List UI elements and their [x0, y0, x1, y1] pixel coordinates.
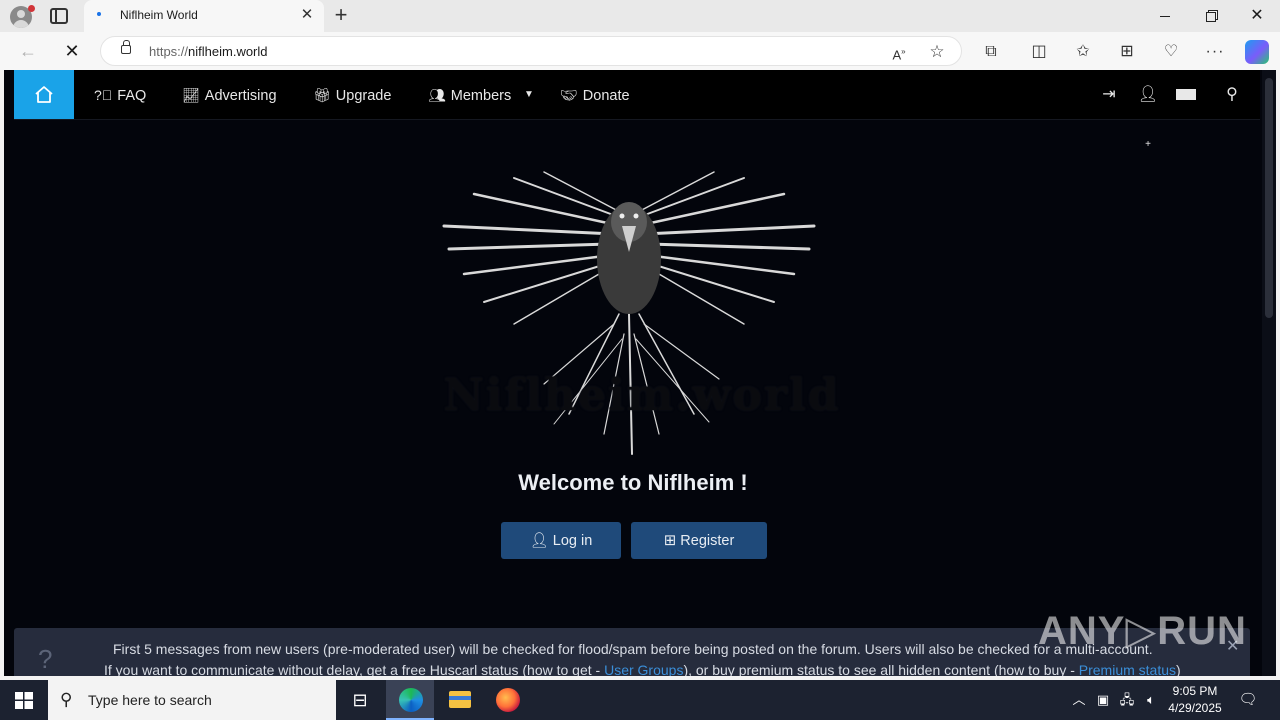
gift-icon: 🎁︎ — [313, 87, 331, 103]
home-nav-button[interactable] — [14, 70, 74, 119]
lock-icon[interactable] — [121, 40, 131, 54]
nav-upgrade-label: Upgrade — [335, 88, 392, 104]
login-button[interactable]: 👤︎ Log in — [501, 522, 621, 559]
browser-toolbar: ← ✕ https://niflheim.world A» ☆ ⧉ ◫ ✩ ⊞ … — [0, 32, 1280, 70]
page-scrollbar[interactable] — [1262, 70, 1276, 676]
tab-close-icon[interactable]: ✕ — [298, 6, 316, 24]
browser-essentials-icon[interactable]: ♡ — [1160, 41, 1182, 63]
browser-tab-active[interactable]: Niflheim World ✕ — [84, 0, 324, 32]
address-bar[interactable]: https://niflheim.world A» ☆ — [100, 36, 962, 66]
favorites-icon[interactable]: ✩ — [1072, 41, 1094, 63]
back-button[interactable]: ← — [14, 38, 42, 64]
favorite-star-icon[interactable]: ☆ — [927, 42, 947, 62]
split-screen-icon[interactable]: ◫ — [1028, 41, 1050, 63]
show-hidden-icons-chevron-icon[interactable]: ︿ — [1068, 680, 1090, 720]
register-button[interactable]: ⊞ Register — [631, 522, 767, 559]
tab-actions-icon[interactable] — [50, 8, 68, 24]
raven-logo[interactable] — [394, 164, 864, 504]
user-groups-link[interactable]: User Groups — [604, 662, 683, 676]
tab-title: Niflheim World — [120, 8, 198, 22]
url-text[interactable]: https://niflheim.world — [149, 44, 268, 59]
search-icon: ⚲ — [60, 690, 73, 709]
window-close-button[interactable]: ✕ — [1234, 0, 1280, 32]
handshake-icon: 🤝︎ — [560, 87, 578, 103]
meet-now-icon[interactable]: ▣ — [1092, 680, 1114, 720]
file-explorer-icon[interactable] — [436, 680, 484, 720]
clock-time: 9:05 PM — [1172, 684, 1218, 698]
extensions-icon[interactable]: ⧉ — [980, 41, 1002, 63]
firefox-icon[interactable] — [484, 680, 532, 720]
register-user-plus-icon[interactable]: 👤︎+ — [1136, 70, 1160, 150]
nav-faq-label: FAQ — [117, 88, 147, 104]
notice-line-2: If you want to communicate without delay… — [104, 662, 1181, 676]
read-aloud-icon[interactable]: A» — [889, 42, 909, 62]
chart-line-icon: 📈︎ — [182, 87, 200, 103]
windows-taskbar: ⚲ Type here to search ⊟ ︿ ▣ 🖧︎ 🔈︎ 9:05 P… — [0, 680, 1280, 720]
nav-donate-label: Donate — [582, 88, 630, 104]
users-icon: 👥︎ — [428, 87, 446, 103]
profile-notification-dot — [28, 5, 35, 12]
home-icon — [35, 86, 53, 103]
copilot-icon[interactable] — [1245, 40, 1269, 64]
window-restore-button[interactable] — [1188, 0, 1234, 32]
login-button-label: Log in — [552, 533, 593, 549]
start-button[interactable] — [0, 680, 48, 720]
question-circle-icon: ?⃝ — [94, 87, 113, 103]
login-icon[interactable]: ⇥ — [1097, 70, 1121, 120]
volume-icon[interactable]: 🔈︎ — [1140, 680, 1162, 720]
nav-advertising[interactable]: 📈︎ Advertising — [182, 70, 277, 120]
edge-taskbar-icon[interactable] — [386, 680, 434, 720]
task-view-icon[interactable]: ⊟ — [336, 680, 384, 720]
taskbar-search-box[interactable]: ⚲ Type here to search — [48, 680, 336, 720]
loading-spinner-icon — [97, 12, 101, 16]
nav-upgrade[interactable]: 🎁︎ Upgrade — [313, 70, 391, 120]
question-icon: ? — [38, 644, 53, 674]
search-icon[interactable]: ⚲ — [1220, 70, 1244, 120]
site-logo-text[interactable]: Niflheim.world — [432, 370, 852, 430]
plus-square-icon: ⊞ — [663, 532, 677, 549]
network-icon[interactable]: 🖧︎ — [1116, 680, 1138, 720]
windows-logo-icon — [15, 692, 33, 709]
collections-icon[interactable]: ⊞ — [1116, 41, 1138, 63]
notice-line-1: First 5 messages from new users (pre-mod… — [113, 641, 1153, 657]
more-menu-icon[interactable]: ··· — [1204, 41, 1226, 63]
premium-status-link[interactable]: Premium status — [1079, 662, 1176, 676]
register-button-label: Register — [680, 533, 735, 549]
nav-members[interactable]: 👥︎ Members — [428, 70, 511, 120]
taskbar-clock[interactable]: 9:05 PM 4/29/2025 — [1164, 683, 1226, 717]
window-minimize-button[interactable] — [1142, 0, 1188, 32]
nav-advertising-label: Advertising — [204, 88, 277, 104]
site-navbar: ?⃝ FAQ 📈︎ Advertising 🎁︎ Upgrade 👥︎ Members … — [14, 70, 1260, 150]
user-icon: 👤︎ — [529, 532, 549, 549]
anyrun-watermark: ANY▷RUN — [1038, 609, 1247, 653]
language-flag-icon[interactable] — [1174, 70, 1198, 120]
web-page: ?⃝ FAQ 📈︎ Advertising 🎁︎ Upgrade 👥︎ Members … — [4, 70, 1276, 676]
new-tab-button[interactable]: + — [330, 4, 352, 26]
nav-donate[interactable]: 🤝︎ Donate — [560, 70, 630, 120]
browser-tabstrip: Niflheim World ✕ + ✕ — [0, 0, 1280, 32]
clock-date: 4/29/2025 — [1168, 701, 1222, 715]
notification-center-icon[interactable]: 🗨︎ — [1236, 680, 1260, 720]
taskbar-search-placeholder: Type here to search — [88, 692, 212, 708]
nav-members-label: Members — [450, 88, 512, 104]
members-dropdown-caret-icon[interactable]: ▼ — [524, 70, 534, 120]
nav-faq[interactable]: ?⃝ FAQ — [94, 70, 146, 120]
scrollbar-thumb[interactable] — [1265, 78, 1273, 318]
welcome-heading: Welcome to Niflheim ! — [518, 470, 748, 495]
stop-loading-button[interactable]: ✕ — [58, 38, 86, 64]
